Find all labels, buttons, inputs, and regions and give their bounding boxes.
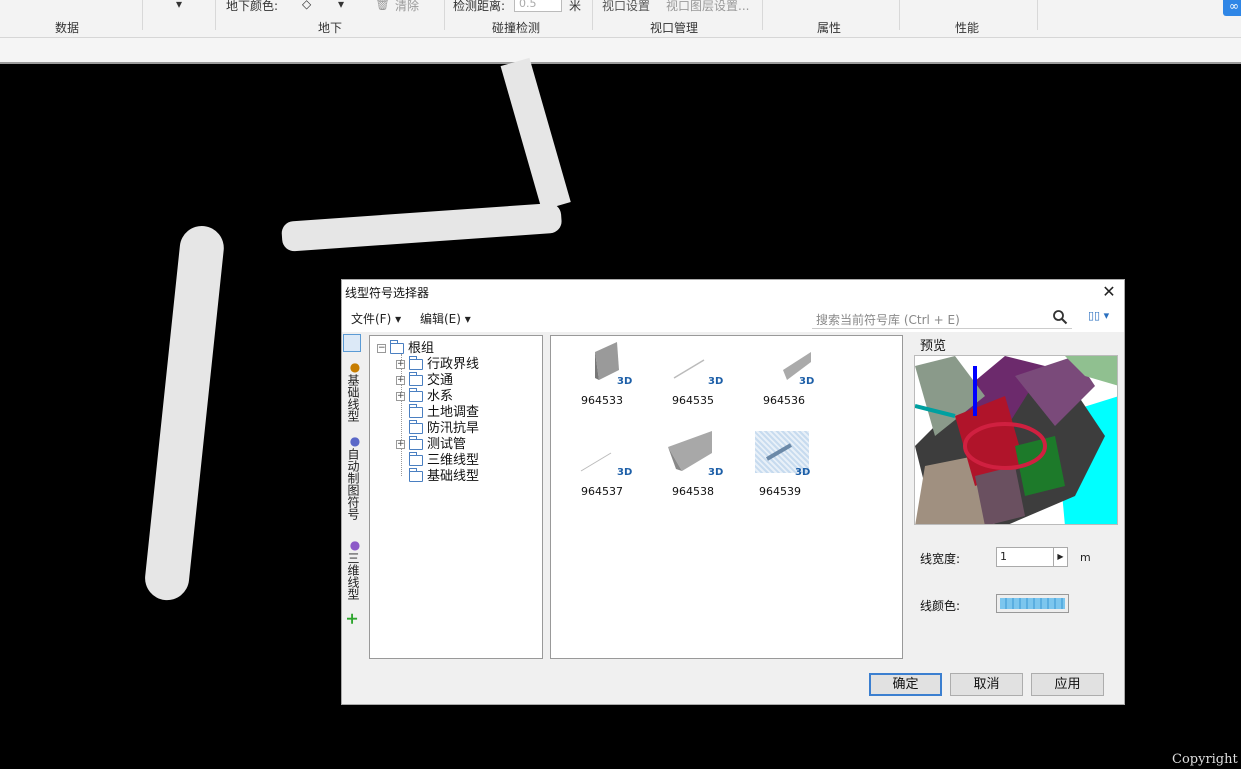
group-label-performance: 性能 (955, 21, 980, 35)
dialog-menubar: 文件(F) ▾ 编辑(E) ▾ 搜索当前符号库 (Ctrl + E) ▯▯ ▾ (342, 304, 1124, 332)
tree-node[interactable]: + 行政界线 (396, 353, 479, 372)
apply-button[interactable]: 应用 (1031, 673, 1104, 696)
copyright-text: Copyright (1172, 752, 1238, 767)
symbol-search-input[interactable]: 搜索当前符号库 (Ctrl + E) (812, 307, 1072, 329)
symbol-item[interactable]: 3D 964536 (759, 340, 819, 410)
auto-map-symbol-icon: ● (348, 434, 362, 448)
dropdown-arrow-icon[interactable]: ▾ (176, 0, 182, 11)
link-icon[interactable]: ∞ (1223, 0, 1241, 16)
symbol-library-tabs: ● 基础线型 ● 自动制图符号 ● 三维线型 + (342, 334, 362, 694)
color-dropdown-arrow-icon[interactable]: ▾ (338, 0, 344, 11)
tree-node[interactable]: 基础线型 (409, 465, 479, 484)
detect-distance-label: 检测距离: (453, 0, 506, 13)
group-label-data: 数据 (55, 21, 80, 35)
symbol-item[interactable]: 3D 964535 (668, 340, 728, 410)
scene-pipe-diagonal[interactable] (500, 57, 571, 211)
line-width-unit: m (1080, 551, 1091, 564)
group-label-collision: 碰撞检测 (492, 21, 541, 35)
view-mode-icon[interactable]: ▯▯ ▾ (1088, 309, 1118, 327)
app-window: ▾ 地下颜色: ◇ ▾ 🗑 清除 检测距离: 0.5 米 视口设置 视口图层设置… (0, 0, 1241, 769)
3d-linetype-icon: ● (348, 538, 362, 552)
spin-right-icon[interactable]: ▶ (1053, 548, 1067, 566)
basic-linetype-icon: ● (348, 360, 362, 374)
line-color-label: 线颜色: (920, 599, 961, 613)
tree-node[interactable]: 防汛抗旱 (409, 417, 479, 436)
ribbon-strip (0, 38, 1241, 64)
scene-pipe-horizontal[interactable] (280, 202, 563, 252)
tree-node-root[interactable]: − 根组 (377, 337, 434, 356)
tab-basic-linetype[interactable]: 基础线型 (342, 374, 362, 422)
add-library-icon[interactable]: + (342, 612, 362, 625)
clear-button[interactable]: 清除 (395, 0, 419, 14)
line-color-picker[interactable] (996, 594, 1069, 613)
tree-node[interactable]: + 水系 (396, 385, 453, 404)
expand-icon[interactable]: + (396, 376, 405, 385)
detect-distance-unit: 米 (569, 0, 582, 13)
symbol-item[interactable]: 3D 964537 (577, 431, 637, 501)
ok-button[interactable]: 确定 (869, 673, 942, 696)
tab-auto-map-symbol[interactable]: 自动制图符号 (342, 448, 362, 520)
underground-color-label: 地下颜色: (226, 0, 279, 13)
group-label-underground: 地下 (318, 21, 343, 35)
close-icon[interactable]: ✕ (1098, 281, 1120, 303)
expand-icon[interactable]: + (396, 440, 405, 449)
symbol-preview (914, 355, 1118, 525)
symbol-item[interactable]: 3D 964538 (668, 431, 728, 501)
folder-icon (409, 468, 423, 482)
symbol-item-selected[interactable]: 3D 964539 (755, 431, 815, 501)
detect-distance-input[interactable]: 0.5 (514, 0, 562, 12)
line-width-input[interactable]: 1 ▶ (996, 547, 1068, 567)
paint-bucket-icon[interactable]: ◇ (302, 0, 311, 11)
tree-node[interactable]: 土地调查 (409, 401, 479, 420)
preview-render (915, 356, 1117, 524)
color-swatch-fill (1000, 598, 1065, 609)
viewport-setting-button[interactable]: 视口设置 (602, 0, 650, 14)
trash-icon[interactable]: 🗑 (375, 0, 390, 11)
search-icon[interactable] (1052, 309, 1068, 325)
tab-all-icon[interactable] (343, 334, 361, 352)
expand-icon[interactable]: + (396, 392, 405, 401)
symbol-item[interactable]: 3D 964533 (577, 340, 637, 410)
scene-pipe-vertical[interactable] (142, 223, 226, 603)
tree-node[interactable]: + 测试管 (396, 433, 466, 452)
dialog-title: 线型符号选择器 (345, 286, 430, 300)
dialog-title-bar[interactable]: 线型符号选择器 ✕ (342, 280, 1124, 304)
line-width-label: 线宽度: (920, 552, 961, 566)
tree-node[interactable]: + 交通 (396, 369, 453, 388)
tree-node[interactable]: 三维线型 (409, 449, 479, 468)
ribbon: ▾ 地下颜色: ◇ ▾ 🗑 清除 检测距离: 0.5 米 视口设置 视口图层设置… (0, 0, 1241, 64)
line-symbol-selector-dialog: 线型符号选择器 ✕ 文件(F) ▾ 编辑(E) ▾ 搜索当前符号库 (Ctrl … (341, 279, 1125, 705)
group-label-viewport: 视口管理 (650, 21, 699, 35)
viewport-layer-setting-button[interactable]: 视口图层设置... (666, 0, 749, 14)
symbol-grid: 3D 964533 3D 964535 3D 964536 3D 964537 … (550, 335, 903, 659)
collapse-icon[interactable]: − (377, 344, 386, 353)
group-label-properties: 属性 (817, 21, 842, 35)
preview-label: 预览 (920, 339, 947, 354)
tab-3d-linetype[interactable]: 三维线型 (342, 552, 362, 600)
menu-edit[interactable]: 编辑(E) ▾ (420, 310, 471, 327)
symbol-group-tree: − 根组 + 行政界线 + 交通 + 水系 土地调查 防汛抗旱 + 测试管 三维线型 (369, 335, 543, 659)
menu-file[interactable]: 文件(F) ▾ (351, 310, 401, 327)
cancel-button[interactable]: 取消 (950, 673, 1023, 696)
expand-icon[interactable]: + (396, 360, 405, 369)
